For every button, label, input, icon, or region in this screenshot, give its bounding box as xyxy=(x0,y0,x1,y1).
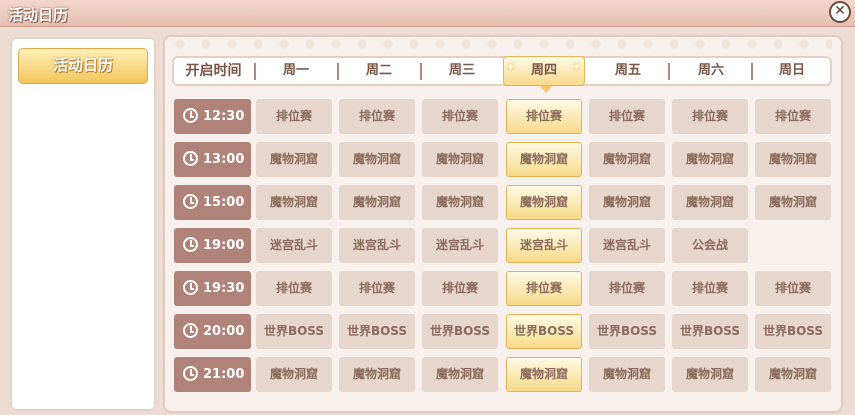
event-cell[interactable]: 排位赛 xyxy=(589,271,665,306)
event-cell[interactable]: 魔物洞窟 xyxy=(506,185,582,220)
time-label: 20:00 xyxy=(203,324,245,339)
day-header[interactable]: 周日 xyxy=(753,56,831,86)
empty-slot xyxy=(755,228,831,263)
time-slot: 19:30 xyxy=(174,271,251,306)
clock-icon xyxy=(183,108,198,123)
sidebar-tab-activity-calendar[interactable]: 活动日历 xyxy=(18,48,148,84)
event-cell[interactable]: 魔物洞窟 xyxy=(755,142,831,177)
day-header[interactable]: 周四 xyxy=(503,56,585,86)
time-slot: 20:00 xyxy=(174,314,251,349)
event-cell[interactable]: 魔物洞窟 xyxy=(339,185,415,220)
clock-icon xyxy=(183,237,198,252)
event-cell[interactable]: 排位赛 xyxy=(256,271,332,306)
time-label: 15:00 xyxy=(203,195,245,210)
time-slot: 12:30 xyxy=(174,99,251,134)
header-time-label: 开启时间 xyxy=(185,63,242,79)
event-cell[interactable]: 排位赛 xyxy=(672,99,748,134)
event-cell[interactable]: 迷宫乱斗 xyxy=(422,228,498,263)
event-cell[interactable]: 排位赛 xyxy=(339,99,415,134)
event-cell[interactable]: 魔物洞窟 xyxy=(589,142,665,177)
window-title: 活动日历 xyxy=(8,6,69,24)
event-cell[interactable]: 公会战 xyxy=(672,228,748,263)
event-cell[interactable]: 排位赛 xyxy=(422,271,498,306)
time-label: 19:30 xyxy=(203,281,245,296)
day-header[interactable]: 周六 xyxy=(670,56,752,86)
event-cell[interactable]: 迷宫乱斗 xyxy=(339,228,415,263)
event-cell[interactable]: 迷宫乱斗 xyxy=(256,228,332,263)
event-cell[interactable]: 世界BOSS xyxy=(672,314,748,349)
event-cell[interactable]: 排位赛 xyxy=(256,99,332,134)
event-cell[interactable]: 迷宫乱斗 xyxy=(589,228,665,263)
day-header[interactable]: 周五 xyxy=(587,56,669,86)
header-divider xyxy=(420,63,422,80)
close-icon: ✕ xyxy=(834,3,846,19)
event-cell[interactable]: 魔物洞窟 xyxy=(672,185,748,220)
event-cell[interactable]: 魔物洞窟 xyxy=(589,357,665,392)
event-cell[interactable]: 魔物洞窟 xyxy=(589,185,665,220)
time-label: 21:00 xyxy=(203,367,245,382)
time-slot: 15:00 xyxy=(174,185,251,220)
event-cell[interactable]: 魔物洞窟 xyxy=(256,357,332,392)
event-cell[interactable]: 世界BOSS xyxy=(256,314,332,349)
event-cell[interactable]: 魔物洞窟 xyxy=(755,185,831,220)
day-header[interactable]: 周三 xyxy=(421,56,503,86)
time-slot: 13:00 xyxy=(174,142,251,177)
clock-icon xyxy=(183,323,198,338)
event-cell[interactable]: 世界BOSS xyxy=(339,314,415,349)
event-cell[interactable]: 魔物洞窟 xyxy=(672,357,748,392)
event-cell[interactable]: 排位赛 xyxy=(506,99,582,134)
close-button[interactable]: ✕ xyxy=(829,1,851,23)
clock-icon xyxy=(183,151,198,166)
sidebar-tab-label: 活动日历 xyxy=(52,56,113,74)
event-cell[interactable]: 魔物洞窟 xyxy=(422,357,498,392)
event-cell[interactable]: 世界BOSS xyxy=(589,314,665,349)
event-cell[interactable]: 魔物洞窟 xyxy=(339,357,415,392)
clock-icon xyxy=(183,194,198,209)
event-cell[interactable]: 排位赛 xyxy=(672,271,748,306)
event-cell[interactable]: 排位赛 xyxy=(755,99,831,134)
event-cell[interactable]: 魔物洞窟 xyxy=(256,185,332,220)
header-divider xyxy=(254,63,256,80)
event-cell[interactable]: 魔物洞窟 xyxy=(422,185,498,220)
event-cell[interactable]: 迷宫乱斗 xyxy=(506,228,582,263)
event-cell[interactable]: 魔物洞窟 xyxy=(672,142,748,177)
event-cell[interactable]: 世界BOSS xyxy=(506,314,582,349)
clock-icon xyxy=(183,280,198,295)
time-label: 19:00 xyxy=(203,238,245,253)
time-label: 12:30 xyxy=(203,109,245,124)
event-cell[interactable]: 排位赛 xyxy=(589,99,665,134)
event-cell[interactable]: 魔物洞窟 xyxy=(256,142,332,177)
event-cell[interactable]: 世界BOSS xyxy=(422,314,498,349)
event-cell[interactable]: 世界BOSS xyxy=(755,314,831,349)
event-cell[interactable]: 排位赛 xyxy=(422,99,498,134)
header-divider xyxy=(751,63,753,80)
header-divider xyxy=(668,63,670,80)
title-bar: 活动日历 ✕ xyxy=(0,0,855,27)
event-cell[interactable]: 魔物洞窟 xyxy=(755,357,831,392)
time-slot: 21:00 xyxy=(174,357,251,392)
event-cell[interactable]: 魔物洞窟 xyxy=(506,357,582,392)
sidebar: 活动日历 xyxy=(10,37,156,411)
day-header[interactable]: 周二 xyxy=(338,56,420,86)
event-cell[interactable]: 排位赛 xyxy=(339,271,415,306)
event-cell[interactable]: 魔物洞窟 xyxy=(506,142,582,177)
event-cell[interactable]: 排位赛 xyxy=(755,271,831,306)
time-label: 13:00 xyxy=(203,152,245,167)
header-divider xyxy=(337,63,339,80)
decorative-pattern xyxy=(172,34,832,56)
time-slot: 19:00 xyxy=(174,228,251,263)
clock-icon xyxy=(183,366,198,381)
event-cell[interactable]: 魔物洞窟 xyxy=(422,142,498,177)
event-cell[interactable]: 魔物洞窟 xyxy=(339,142,415,177)
day-header[interactable]: 周一 xyxy=(255,56,337,86)
event-cell[interactable]: 排位赛 xyxy=(506,271,582,306)
